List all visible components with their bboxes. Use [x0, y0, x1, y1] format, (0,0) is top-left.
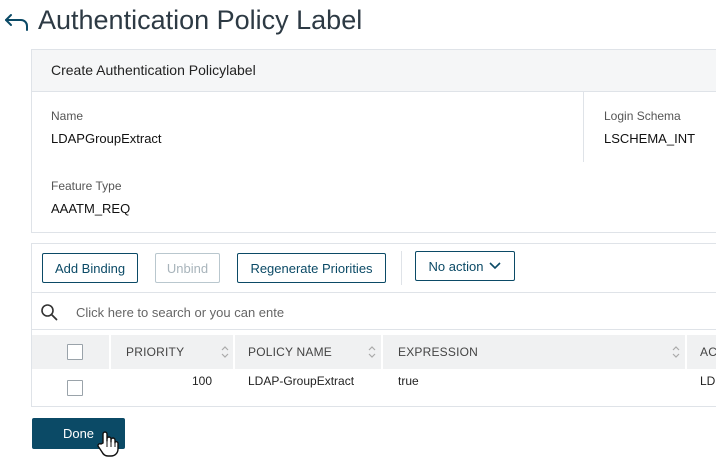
policy-name-cell: LDAP-GroupExtract: [248, 374, 355, 388]
hand-cursor-icon: [97, 431, 119, 457]
add-binding-button[interactable]: Add Binding: [42, 253, 138, 283]
name-label: Name: [51, 109, 84, 123]
feature-type-label: Feature Type: [51, 179, 122, 193]
bindings-panel: Add Binding Unbind Regenerate Priorities…: [31, 243, 716, 407]
column-separator: [233, 335, 235, 369]
regenerate-priorities-button[interactable]: Regenerate Priorities: [237, 253, 386, 283]
panel-title: Create Authentication Policylabel: [51, 62, 256, 78]
action-dropdown-label: No action: [428, 258, 484, 274]
action-dropdown[interactable]: No action: [415, 251, 515, 281]
feature-type-value: AAATM_REQ: [51, 201, 131, 216]
toolbar-divider: [401, 251, 402, 285]
column-header-policy-name[interactable]: POLICY NAME: [248, 335, 332, 369]
column-separator: [685, 335, 687, 369]
sort-icon[interactable]: [672, 345, 680, 359]
sort-icon[interactable]: [368, 345, 376, 359]
policylabel-details-panel: Create Authentication Policylabel Name L…: [31, 49, 716, 233]
search-input[interactable]: [76, 302, 288, 322]
back-arrow-icon[interactable]: [4, 10, 30, 34]
select-all-checkbox[interactable]: [67, 344, 83, 360]
page-title: Authentication Policy Label: [38, 5, 363, 35]
search-icon: [41, 304, 58, 321]
login-schema-label: Login Schema: [604, 109, 681, 123]
expression-cell: true: [398, 374, 419, 388]
column-separator: [381, 335, 383, 369]
login-schema-value: LSCHEMA_INT: [604, 131, 696, 146]
panel-header: Create Authentication Policylabel: [32, 50, 716, 92]
table-header: PRIORITY POLICY NAME EXPRESSION AC: [32, 335, 716, 369]
column-separator: [109, 335, 111, 369]
search-bar: [32, 292, 716, 330]
name-value: LDAPGroupExtract: [51, 131, 162, 146]
column-header-action[interactable]: AC: [700, 335, 716, 369]
row-checkbox[interactable]: [67, 380, 83, 396]
field-divider: [583, 92, 584, 162]
action-cell: LD: [700, 374, 716, 388]
priority-cell: 100: [191, 374, 212, 388]
chevron-down-icon: [489, 262, 502, 270]
column-header-priority[interactable]: PRIORITY: [126, 335, 184, 369]
column-header-expression[interactable]: EXPRESSION: [398, 335, 478, 369]
sort-icon[interactable]: [221, 345, 229, 359]
unbind-button[interactable]: Unbind: [155, 253, 220, 283]
